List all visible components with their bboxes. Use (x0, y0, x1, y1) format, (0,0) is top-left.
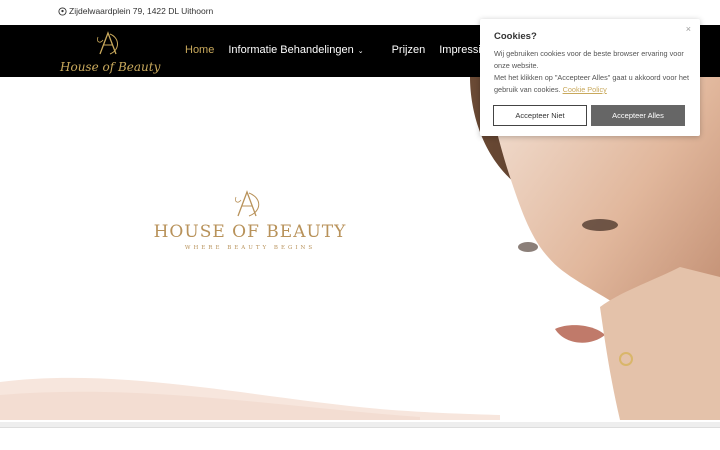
decline-cookies-button[interactable]: Accepteer Niet (493, 105, 587, 126)
cookie-text-line2: Met het klikken op "Accepteer Alles" gaa… (494, 72, 694, 96)
address-text: Zijdelwaardplein 79, 1422 DL Uithoorn (69, 6, 214, 16)
cookie-text: Wij gebruiken cookies voor de beste brow… (494, 48, 694, 96)
nav-home[interactable]: Home (185, 44, 214, 56)
brand-title: HOUSE OF BEAUTY (153, 222, 347, 242)
hero-brand-logo: HOUSE OF BEAUTY WHERE BEAUTY BEGINS (150, 186, 350, 258)
cookie-text-line1: Wij gebruiken cookies voor de beste brow… (494, 49, 684, 70)
location-pin-icon (58, 6, 67, 16)
address: Zijdelwaardplein 79, 1422 DL Uithoorn (58, 6, 213, 16)
nav-informatie-label: Informatie Behandelingen (228, 44, 354, 56)
nav-prijzen[interactable]: Prijzen (392, 44, 426, 56)
brand-mark-icon (235, 190, 260, 217)
brand-tagline: WHERE BEAUTY BEGINS (184, 245, 316, 251)
nav-informatie-behandelingen[interactable]: Informatie Behandelingen ⌄ (228, 44, 377, 56)
cookie-policy-link[interactable]: Cookie Policy (563, 85, 607, 94)
cookie-consent-dialog: Cookies? × Wij gebruiken cookies voor de… (480, 19, 700, 136)
accept-cookies-button[interactable]: Accepteer Alles (591, 105, 685, 126)
section-divider (0, 422, 720, 428)
cookie-title: Cookies? (494, 31, 537, 42)
close-icon[interactable]: × (686, 24, 691, 34)
logo-mark-icon (97, 31, 118, 55)
logo-text: House of Beauty (60, 60, 161, 74)
site-logo[interactable]: House of Beauty (60, 28, 161, 74)
chevron-down-icon: ⌄ (357, 48, 364, 55)
